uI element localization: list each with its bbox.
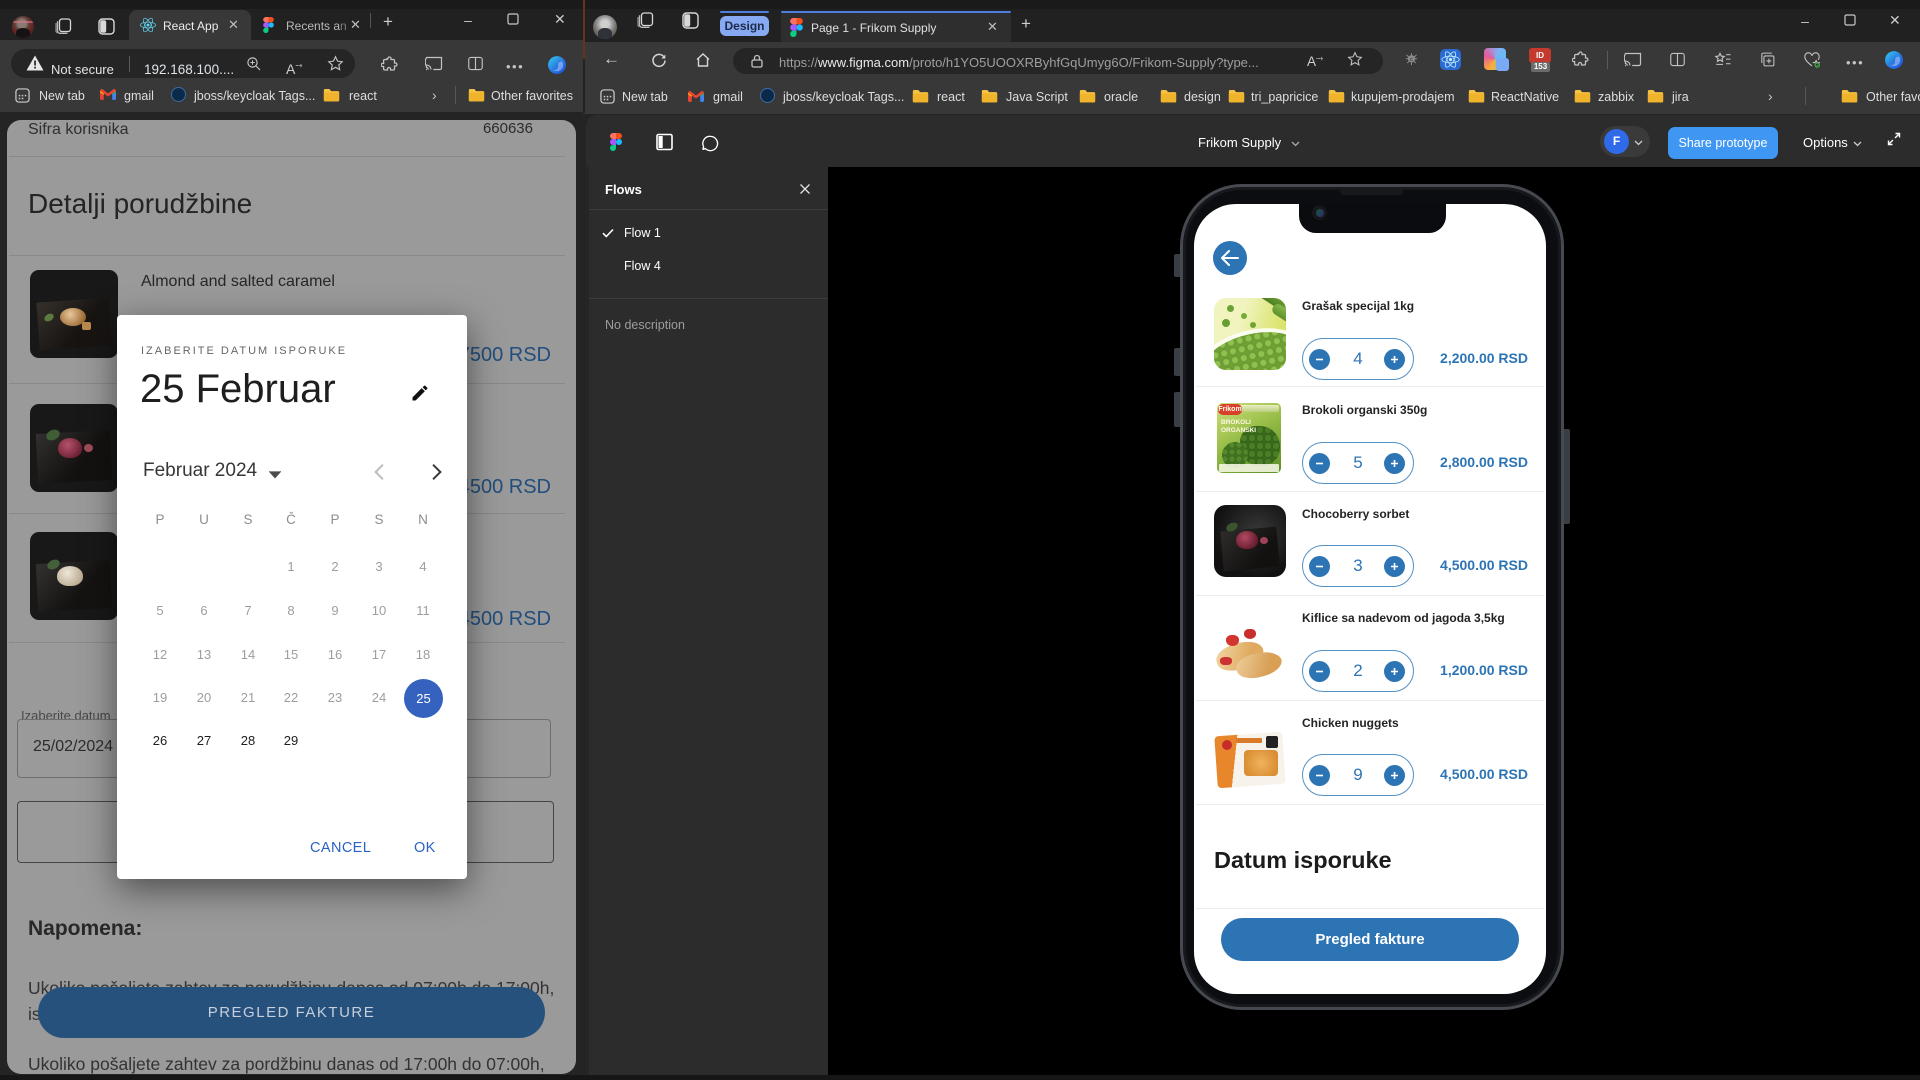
svg-text:C: C bbox=[1410, 57, 1414, 63]
